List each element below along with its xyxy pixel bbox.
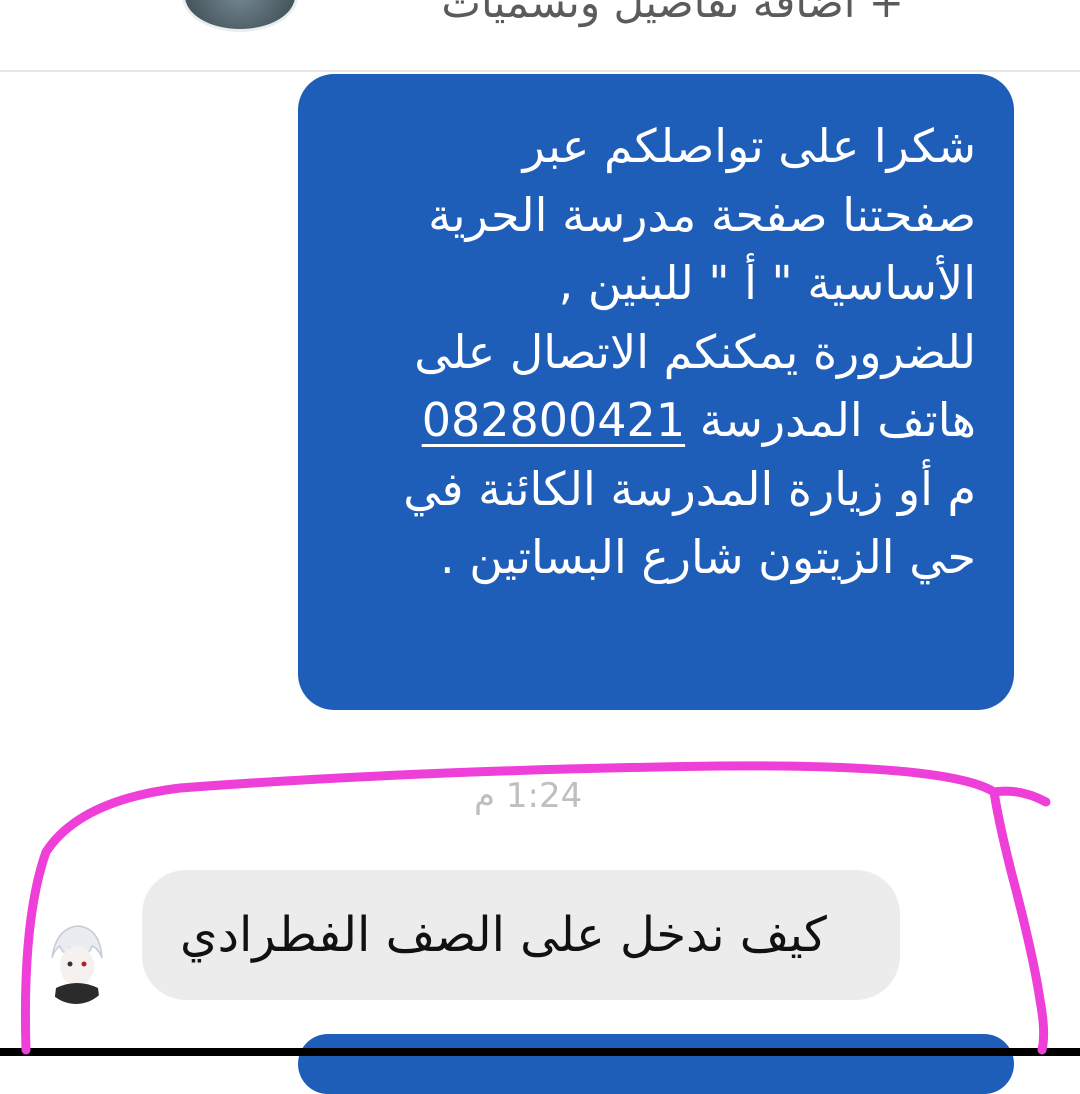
contact-avatar[interactable]: [182, 0, 298, 32]
phone-number-link[interactable]: 082800421: [422, 393, 685, 447]
message-line-with-phone: هاتف المدرسة 082800421: [328, 386, 976, 455]
message-line: حي الزيتون شارع البساتين .: [440, 530, 976, 584]
incoming-message-text: كيف ندخل على الصف الفطرادي: [180, 907, 827, 963]
next-outgoing-bubble[interactable]: [298, 1034, 1014, 1094]
message-line: شكرا على تواصلكم عبر: [522, 119, 976, 173]
screen-bottom-edge: [0, 1048, 1080, 1056]
outgoing-message-bubble[interactable]: شكرا على تواصلكم عبر صفحتنا صفحة مدرسة ا…: [298, 74, 1014, 710]
message-line: م أو زيارة المدرسة الكائنة في: [403, 461, 976, 516]
message-timestamp: 1:24 م: [474, 776, 583, 816]
message-line: هاتف المدرسة: [699, 393, 976, 447]
incoming-message-bubble[interactable]: كيف ندخل على الصف الفطرادي: [142, 870, 900, 1000]
sender-avatar[interactable]: [38, 918, 114, 1004]
message-line: صفحتنا صفحة مدرسة الحرية: [428, 187, 976, 242]
anime-character-avatar-icon: [38, 918, 114, 1004]
add-details-link[interactable]: + اضافة تفاصيل وتسميات: [441, 0, 904, 27]
message-line: الأساسية " أ " للبنين ,: [558, 256, 976, 310]
message-line: للضرورة يمكنكم الاتصال على: [414, 324, 976, 379]
conversation-header: + اضافة تفاصيل وتسميات: [0, 0, 1080, 72]
